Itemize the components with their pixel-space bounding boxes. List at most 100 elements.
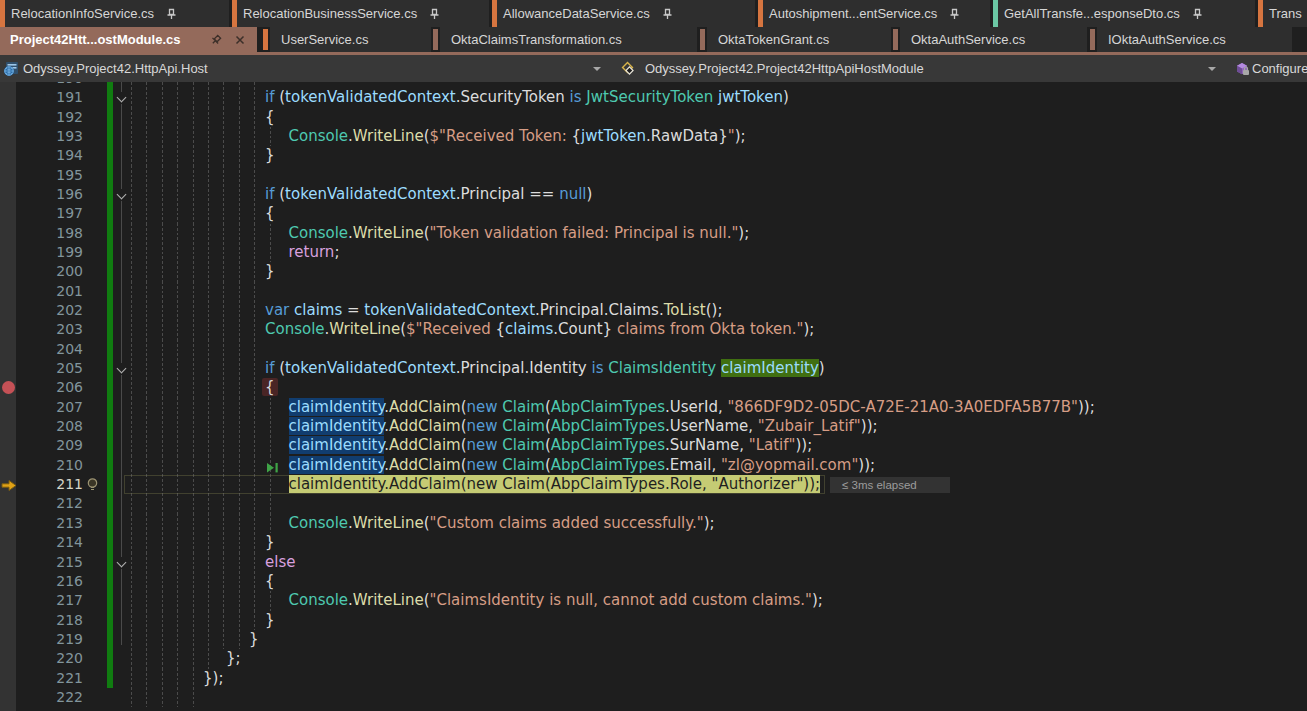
code-line-208[interactable]: 208claimIdentity.AddClaim(new Claim(AbpC… — [0, 417, 1307, 436]
code-text: { — [131, 572, 275, 591]
tab-trans[interactable]: Trans — [1258, 0, 1307, 27]
tab-separator — [433, 29, 438, 50]
code-line-195[interactable]: 195 — [0, 166, 1307, 185]
code-text: Console.WriteLine("Custom claims added s… — [131, 514, 715, 533]
tab-ioktaauthservice-cs[interactable]: IOktaAuthService.cs — [1097, 27, 1292, 52]
code-line-211[interactable]: 211claimIdentity.AddClaim(new Claim(AbpC… — [0, 475, 1307, 494]
line-number[interactable]: 197 — [0, 204, 83, 223]
current-statement-arrow-icon — [1, 478, 17, 496]
code-line-194[interactable]: 194} — [0, 146, 1307, 165]
code-line-203[interactable]: 203Console.WriteLine($"Received {claims.… — [0, 320, 1307, 339]
tab-relocationbusinessservice-cs[interactable]: RelocationBusinessService.cs — [232, 0, 489, 27]
close-icon[interactable] — [235, 35, 245, 45]
code-line-212[interactable]: 212 — [0, 494, 1307, 513]
line-number[interactable]: 210 — [0, 456, 83, 475]
tab-label: IOktaAuthService.cs — [1108, 32, 1226, 47]
code-line-206[interactable]: 206{ — [0, 378, 1307, 397]
pin-icon[interactable] — [949, 8, 960, 20]
line-number[interactable]: 215 — [0, 553, 83, 572]
code-line-207[interactable]: 207claimIdentity.AddClaim(new Claim(AbpC… — [0, 398, 1307, 417]
line-number[interactable]: 196 — [0, 185, 83, 204]
line-number[interactable]: 192 — [0, 108, 83, 127]
line-number[interactable]: 203 — [0, 320, 83, 339]
line-number[interactable]: 213 — [0, 514, 83, 533]
code-line-210[interactable]: 210claimIdentity.AddClaim(new Claim(AbpC… — [0, 456, 1307, 475]
line-number[interactable]: 214 — [0, 533, 83, 552]
code-text: if (tokenValidatedContext.Principal.Iden… — [131, 359, 825, 378]
code-line-201[interactable]: 201 — [0, 282, 1307, 301]
type-dropdown[interactable]: Odyssey.Project42.Project42HttpApiHostMo… — [645, 55, 924, 82]
code-line-213[interactable]: 213 Console.WriteLine("Custom claims adde… — [0, 514, 1307, 533]
tab-userservice-cs[interactable]: UserService.cs — [270, 27, 431, 52]
code-line-205[interactable]: 205 if (tokenValidatedContext.Principal.I… — [0, 359, 1307, 378]
tab-oktaclaimstransformation-cs[interactable]: OktaClaimsTransformation.cs — [440, 27, 697, 52]
line-number[interactable]: 207 — [0, 398, 83, 417]
code-line-196[interactable]: 196if (tokenValidatedContext.Principal =… — [0, 185, 1307, 204]
code-line-199[interactable]: 199return; — [0, 243, 1307, 262]
code-line-204[interactable]: 204 — [0, 340, 1307, 359]
code-text: Console.WriteLine("ClaimsIdentity is nul… — [131, 591, 823, 610]
tab-getalltransfe-esponsedto-cs[interactable]: GetAllTransfe...esponseDto.cs — [993, 0, 1255, 27]
pin-icon[interactable] — [166, 8, 177, 20]
line-number[interactable]: 193 — [0, 127, 83, 146]
project-dropdown[interactable]: Odyssey.Project42.HttpApi.Host — [23, 55, 208, 82]
code-line-222[interactable]: 222 — [0, 688, 1307, 707]
type-dropdown-arrow-icon[interactable] — [1208, 67, 1216, 71]
line-number[interactable]: 222 — [0, 688, 83, 707]
line-number[interactable]: 209 — [0, 436, 83, 455]
fold-chevron-icon[interactable] — [115, 363, 128, 375]
code-line-218[interactable]: 218} — [0, 611, 1307, 630]
tab-project42htt-ostmodule-cs[interactable]: Project42Htt...ostModule.cs — [0, 27, 257, 52]
line-number[interactable]: 221 — [0, 669, 83, 688]
line-number[interactable]: 205 — [0, 359, 83, 378]
tab-oktatokengrant-cs[interactable]: OktaTokenGrant.cs — [707, 27, 891, 52]
member-dropdown[interactable]: Configure — [1252, 55, 1307, 82]
code-text — [131, 340, 265, 359]
pin-icon[interactable] — [1192, 8, 1203, 20]
code-line-193[interactable]: 193Console.WriteLine($"Received Token: {… — [0, 127, 1307, 146]
code-line-192[interactable]: 192{ — [0, 108, 1307, 127]
line-number[interactable]: 219 — [0, 630, 83, 649]
project-dropdown-arrow-icon[interactable] — [593, 67, 601, 71]
code-line-215[interactable]: 215else — [0, 553, 1307, 572]
code-line-202[interactable]: 202var claims = tokenValidatedContext.Pr… — [0, 301, 1307, 320]
line-number[interactable]: 208 — [0, 417, 83, 436]
line-number[interactable]: 201 — [0, 282, 83, 301]
tab-allowancedataservice-cs[interactable]: AllowanceDataService.cs — [492, 0, 755, 27]
line-number[interactable]: 218 — [0, 611, 83, 630]
line-number[interactable]: 220 — [0, 649, 83, 668]
code-line-200[interactable]: 200} — [0, 262, 1307, 281]
tab-autoshipment-entservice-cs[interactable]: Autoshipment...entService.cs — [758, 0, 990, 27]
line-number[interactable]: 191 — [0, 88, 83, 107]
code-line-214[interactable]: 214} — [0, 533, 1307, 552]
code-line-221[interactable]: 221}); — [0, 669, 1307, 688]
code-line-197[interactable]: 197{ — [0, 204, 1307, 223]
code-line-209[interactable]: 209claimIdentity.AddClaim(new Claim(AbpC… — [0, 436, 1307, 455]
line-number[interactable]: 199 — [0, 243, 83, 262]
code-line-191[interactable]: 191if (tokenValidatedContext.SecurityTok… — [0, 88, 1307, 107]
line-number[interactable]: 195 — [0, 166, 83, 185]
line-number[interactable]: 204 — [0, 340, 83, 359]
fold-chevron-icon[interactable] — [115, 92, 128, 104]
line-number[interactable]: 200 — [0, 262, 83, 281]
pin-icon[interactable] — [662, 8, 673, 20]
line-number[interactable]: 198 — [0, 224, 83, 243]
line-number[interactable]: 217 — [0, 591, 83, 610]
line-number[interactable]: 202 — [0, 301, 83, 320]
line-number[interactable]: 216 — [0, 572, 83, 591]
code-line-219[interactable]: 219} — [0, 630, 1307, 649]
fold-chevron-icon[interactable] — [115, 189, 128, 201]
pin-icon[interactable] — [429, 8, 440, 20]
tab-relocationinfoservice-cs[interactable]: RelocationInfoService.cs — [0, 0, 229, 27]
code-line-217[interactable]: 217 Console.WriteLine("ClaimsIdentity is … — [0, 591, 1307, 610]
tab-label: Autoshipment...entService.cs — [769, 6, 937, 21]
line-number[interactable]: 194 — [0, 146, 83, 165]
code-editor[interactable]: 190191if (tokenValidatedContext.Security… — [0, 82, 1307, 711]
fold-chevron-icon[interactable] — [115, 557, 128, 569]
tab-oktaauthservice-cs[interactable]: OktaAuthService.cs — [900, 27, 1087, 52]
pin-icon[interactable] — [210, 34, 222, 46]
code-line-216[interactable]: 216 { — [0, 572, 1307, 591]
code-line-198[interactable]: 198Console.WriteLine("Token validation f… — [0, 224, 1307, 243]
line-number[interactable]: 212 — [0, 494, 83, 513]
code-line-220[interactable]: 220}; — [0, 649, 1307, 668]
